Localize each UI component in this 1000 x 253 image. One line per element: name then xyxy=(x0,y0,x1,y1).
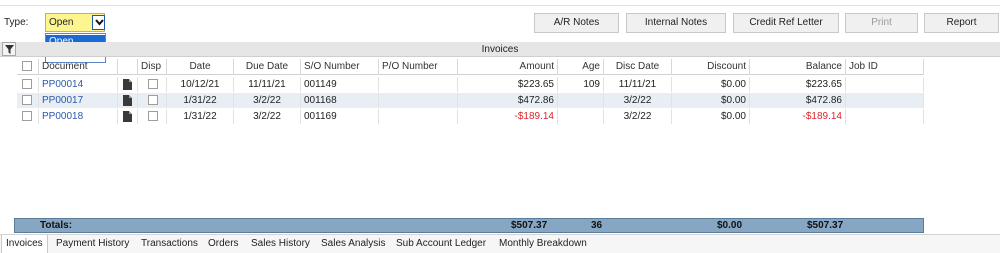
row-age xyxy=(558,93,604,108)
row-po-number xyxy=(379,109,458,124)
row-amount: $472.86 xyxy=(458,93,558,108)
tab-transactions[interactable]: Transactions xyxy=(141,238,198,249)
tab-sales-analysis[interactable]: Sales Analysis xyxy=(321,238,385,249)
row-balance: -$189.14 xyxy=(750,109,846,124)
row-select-checkbox[interactable] xyxy=(22,79,32,89)
row-so-number: 001169 xyxy=(301,109,379,124)
totals-amount: $507.37 xyxy=(511,220,548,231)
row-document-link[interactable]: PP00017 xyxy=(39,93,118,108)
grid-title-bar: Invoices xyxy=(0,42,1000,57)
row-disc-date: 3/2/22 xyxy=(604,109,672,124)
totals-balance: $507.37 xyxy=(807,220,844,231)
col-discount[interactable]: Discount xyxy=(672,59,750,75)
row-amount: -$189.14 xyxy=(458,109,558,124)
row-age: 109 xyxy=(558,77,604,92)
row-date: 1/31/22 xyxy=(167,109,234,124)
row-po-number xyxy=(379,93,458,108)
col-so-number[interactable]: S/O Number xyxy=(301,59,379,75)
row-checkbox xyxy=(17,109,39,124)
chevron-down-icon xyxy=(95,19,104,26)
row-po-number xyxy=(379,77,458,92)
row-so-number: 001168 xyxy=(301,93,379,108)
disp-checkbox[interactable] xyxy=(148,111,158,121)
type-select[interactable]: Open xyxy=(45,13,105,32)
file-icon xyxy=(123,79,132,90)
bottom-tab-bar: Invoices Payment History Transactions Or… xyxy=(0,234,1000,253)
top-divider xyxy=(0,5,1000,6)
row-balance: $472.86 xyxy=(750,93,846,108)
row-discount: $0.00 xyxy=(672,109,750,124)
totals-row: Totals: $507.37 36 $0.00 $507.37 xyxy=(14,218,924,233)
grid-title: Invoices xyxy=(481,44,519,55)
row-age xyxy=(558,109,604,124)
row-select-checkbox[interactable] xyxy=(22,111,32,121)
col-amount[interactable]: Amount xyxy=(458,59,558,75)
col-po-number[interactable]: P/O Number xyxy=(379,59,458,75)
row-job-id xyxy=(846,77,924,92)
col-age[interactable]: Age xyxy=(558,59,604,75)
row-disc-date: 11/11/21 xyxy=(604,77,672,92)
row-job-id xyxy=(846,109,924,124)
row-disp-checkbox xyxy=(138,77,167,92)
file-icon xyxy=(123,111,132,122)
row-so-number: 001149 xyxy=(301,77,379,92)
row-document-link[interactable]: PP00014 xyxy=(39,77,118,92)
row-checkbox xyxy=(17,93,39,108)
tab-sales-history[interactable]: Sales History xyxy=(251,238,310,249)
table-row[interactable]: PP00014 10/12/21 11/11/21 001149 $223.65 109 1… xyxy=(17,77,924,92)
tab-monthly-breakdown[interactable]: Monthly Breakdown xyxy=(499,238,587,249)
table-row[interactable]: PP00017 1/31/22 3/2/22 001168 $472.86 3/2/22 $… xyxy=(17,93,924,108)
document-icon[interactable] xyxy=(118,93,138,108)
row-disc-date: 3/2/22 xyxy=(604,93,672,108)
col-balance[interactable]: Balance xyxy=(750,59,846,75)
col-file[interactable] xyxy=(118,59,138,75)
row-balance: $223.65 xyxy=(750,77,846,92)
col-date[interactable]: Date xyxy=(167,59,234,75)
row-checkbox xyxy=(17,77,39,92)
table-row[interactable]: PP00018 1/31/22 3/2/22 001169 -$189.14 3/2/22… xyxy=(17,109,924,124)
dropdown-arrow-button[interactable] xyxy=(92,15,105,30)
col-due-date[interactable]: Due Date xyxy=(234,59,301,75)
tab-orders[interactable]: Orders xyxy=(208,238,239,249)
type-select-value: Open xyxy=(49,17,74,28)
report-button[interactable]: Report xyxy=(924,13,999,33)
disp-checkbox[interactable] xyxy=(148,79,158,89)
credit-ref-letter-button[interactable]: Credit Ref Letter xyxy=(733,13,839,33)
tab-sub-account-ledger[interactable]: Sub Account Ledger xyxy=(396,238,486,249)
totals-age: 36 xyxy=(591,220,603,231)
row-date: 10/12/21 xyxy=(167,77,234,92)
row-amount: $223.65 xyxy=(458,77,558,92)
col-document[interactable]: Document xyxy=(39,59,118,75)
row-due-date: 3/2/22 xyxy=(234,109,301,124)
internal-notes-button[interactable]: Internal Notes xyxy=(626,13,726,33)
disp-checkbox[interactable] xyxy=(148,95,158,105)
row-date: 1/31/22 xyxy=(167,93,234,108)
file-icon xyxy=(123,95,132,106)
row-disp-checkbox xyxy=(138,93,167,108)
col-job-id[interactable]: Job ID xyxy=(846,59,924,75)
tab-payment-history[interactable]: Payment History xyxy=(56,238,129,249)
totals-label: Totals: xyxy=(40,220,73,231)
row-discount: $0.00 xyxy=(672,77,750,92)
row-due-date: 3/2/22 xyxy=(234,93,301,108)
col-disp[interactable]: Disp xyxy=(138,59,167,75)
select-all-header xyxy=(17,59,39,75)
type-label: Type: xyxy=(4,17,29,28)
col-disc-date[interactable]: Disc Date xyxy=(604,59,672,75)
row-disp-checkbox xyxy=(138,109,167,124)
document-icon[interactable] xyxy=(118,77,138,92)
totals-discount: $0.00 xyxy=(717,220,743,231)
select-all-checkbox[interactable] xyxy=(22,61,32,71)
tab-invoices[interactable]: Invoices xyxy=(1,235,48,253)
row-document-link[interactable]: PP00018 xyxy=(39,109,118,124)
row-discount: $0.00 xyxy=(672,93,750,108)
print-button[interactable]: Print xyxy=(845,13,918,33)
ar-notes-button[interactable]: A/R Notes xyxy=(534,13,619,33)
row-job-id xyxy=(846,93,924,108)
row-due-date: 11/11/21 xyxy=(234,77,301,92)
row-select-checkbox[interactable] xyxy=(22,95,32,105)
document-icon[interactable] xyxy=(118,109,138,124)
